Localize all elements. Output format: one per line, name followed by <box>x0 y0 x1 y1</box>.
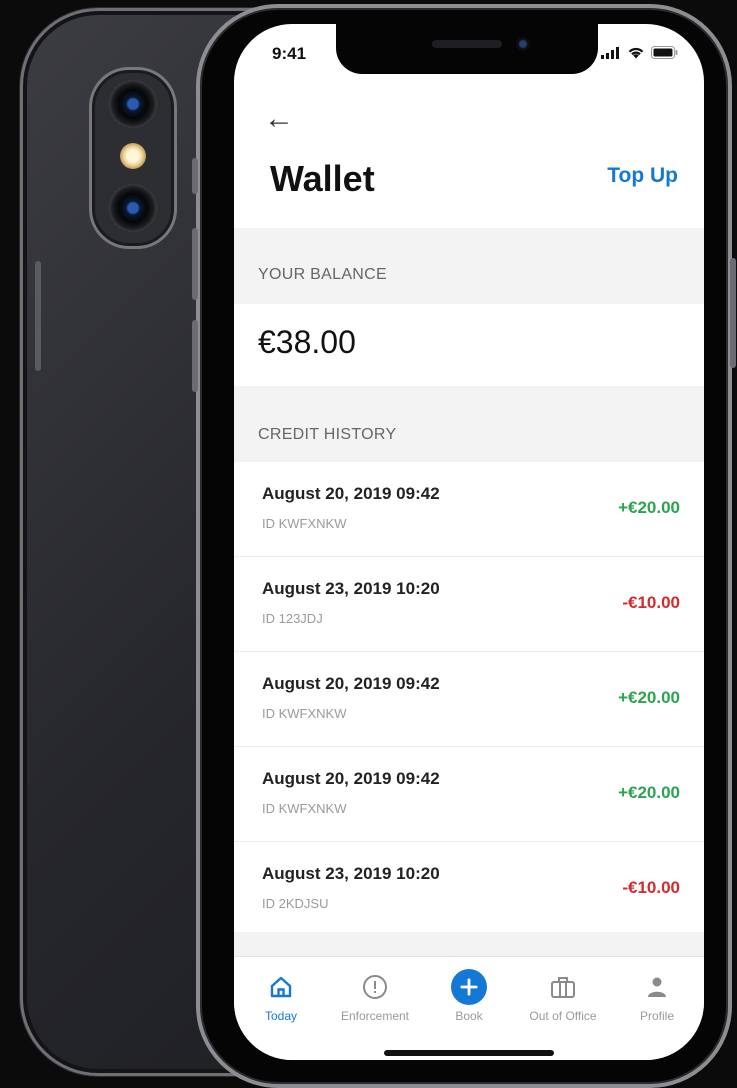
tab-enforcement[interactable]: Enforcement <box>328 957 422 1037</box>
transaction-id: ID 2KDJSU <box>262 896 329 911</box>
transaction-amount: -€10.00 <box>622 593 680 612</box>
tab-today[interactable]: Today <box>234 957 328 1037</box>
transaction-date: August 20, 2019 09:42 <box>262 769 440 788</box>
balance-section-label: YOUR BALANCE <box>258 266 387 283</box>
tab-profile[interactable]: Profile <box>610 957 704 1037</box>
top-up-button[interactable]: Top Up <box>607 164 678 188</box>
wifi-icon <box>628 47 644 59</box>
volume-up-button <box>192 228 198 300</box>
signal-icon <box>601 46 619 59</box>
transaction-amount: +€20.00 <box>618 783 680 802</box>
tab-label: Today <box>264 1009 298 1023</box>
display-notch <box>336 24 598 74</box>
tab-label: Out of Office <box>529 1009 597 1023</box>
list-item[interactable]: August 20, 2019 09:42 ID KWFXNKW +€20.00 <box>234 462 704 557</box>
transaction-date: August 23, 2019 10:20 <box>262 579 440 598</box>
tab-label: Enforcement <box>340 1009 410 1023</box>
camera-lens-icon <box>109 184 157 232</box>
plus-circle-icon <box>451 969 487 1005</box>
transaction-id: ID 123JDJ <box>262 611 323 626</box>
status-icons <box>601 46 678 59</box>
credit-history-section-header: CREDIT HISTORY <box>234 386 704 462</box>
app-screen: 9:41 ← Wallet Top Up YOUR BALANCE €38.00… <box>234 24 704 1060</box>
transaction-id: ID KWFXNKW <box>262 706 347 721</box>
credit-history-list: August 20, 2019 09:42 ID KWFXNKW +€20.00… <box>234 462 704 937</box>
list-item[interactable]: August 23, 2019 10:20 ID 123JDJ -€10.00 <box>234 557 704 652</box>
briefcase-icon <box>545 969 581 1005</box>
list-item[interactable]: August 20, 2019 09:42 ID KWFXNKW +€20.00 <box>234 747 704 842</box>
transaction-id: ID KWFXNKW <box>262 801 347 816</box>
alert-circle-icon <box>357 969 393 1005</box>
balance-section-header: YOUR BALANCE <box>234 228 704 304</box>
page-title: Wallet <box>270 158 375 199</box>
balance-amount: €38.00 <box>258 324 356 360</box>
mute-switch <box>192 158 198 194</box>
rear-side-button <box>35 261 41 371</box>
front-camera-icon <box>516 37 530 51</box>
transaction-id: ID KWFXNKW <box>262 516 347 531</box>
power-button <box>730 258 736 368</box>
status-time: 9:41 <box>272 44 307 63</box>
camera-flash-icon <box>120 143 146 169</box>
rear-camera-module <box>89 67 177 249</box>
home-icon <box>263 969 299 1005</box>
battery-icon <box>651 46 678 59</box>
transaction-amount: +€20.00 <box>618 498 680 517</box>
back-arrow-icon[interactable]: ← <box>264 104 294 134</box>
tab-label: Profile <box>639 1009 674 1023</box>
transaction-date: August 23, 2019 10:20 <box>262 864 440 883</box>
credit-history-label: CREDIT HISTORY <box>258 426 397 443</box>
earpiece-speaker <box>432 40 502 48</box>
list-item[interactable]: August 23, 2019 10:20 ID 2KDJSU -€10.00 <box>234 842 704 937</box>
tab-book[interactable]: Book <box>422 957 516 1037</box>
camera-lens-icon <box>109 80 157 128</box>
home-indicator[interactable] <box>384 1050 554 1056</box>
tab-out-of-office[interactable]: Out of Office <box>516 957 610 1037</box>
transaction-amount: -€10.00 <box>622 878 680 897</box>
list-item[interactable]: August 20, 2019 09:42 ID KWFXNKW +€20.00 <box>234 652 704 747</box>
transaction-date: August 20, 2019 09:42 <box>262 674 440 693</box>
bottom-tab-bar: Today Enforcement Book Out of Office Pro… <box>234 956 704 1060</box>
person-icon <box>639 969 675 1005</box>
transaction-amount: +€20.00 <box>618 688 680 707</box>
tab-label: Book <box>455 1009 483 1023</box>
transaction-date: August 20, 2019 09:42 <box>262 484 440 503</box>
volume-down-button <box>192 320 198 392</box>
front-phone-body: 9:41 ← Wallet Top Up YOUR BALANCE €38.00… <box>192 4 736 1088</box>
